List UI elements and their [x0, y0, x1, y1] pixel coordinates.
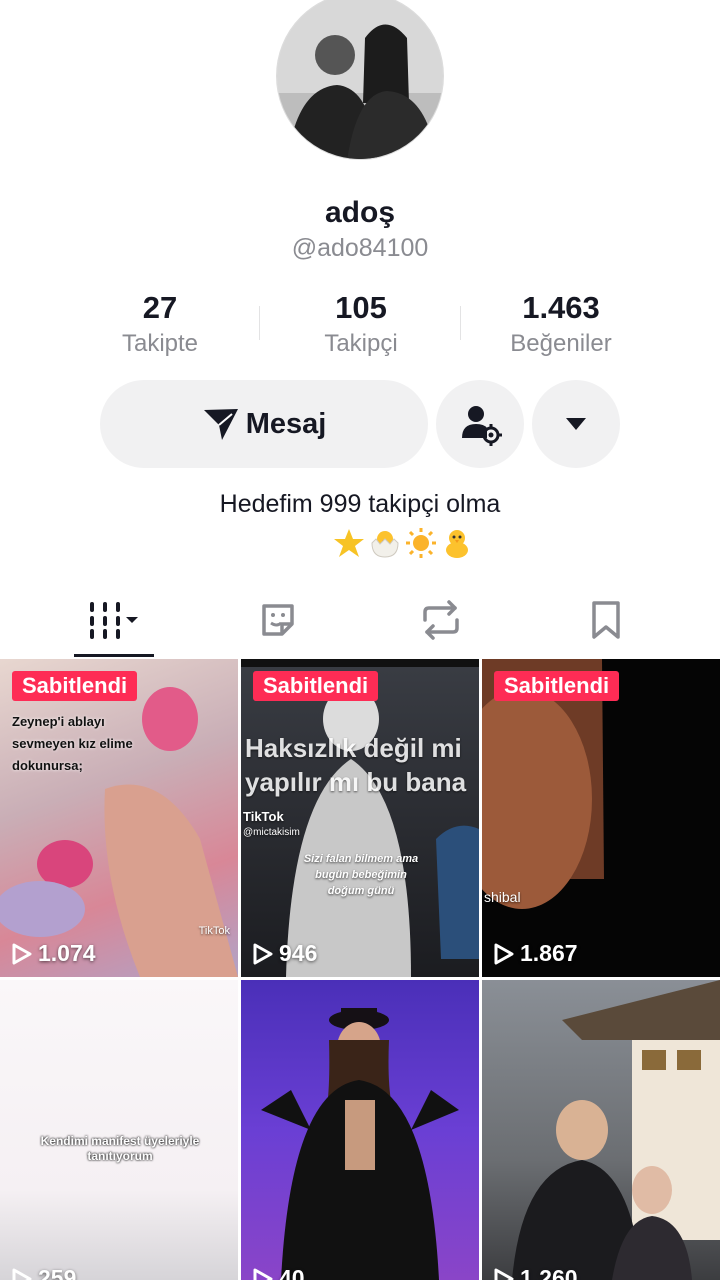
message-button[interactable]: Mesaj: [100, 380, 428, 468]
video-tile[interactable]: 1.260: [482, 980, 720, 1280]
repost-icon: [423, 600, 459, 640]
likes-count: 1.463: [522, 290, 600, 325]
likes-label: Beğeniler: [510, 330, 612, 357]
stat-likes[interactable]: 1.463 Beğeniler: [471, 290, 651, 358]
friend-settings-button[interactable]: [436, 380, 524, 468]
stat-following[interactable]: 27 Takipte: [70, 290, 250, 358]
tab-reposts[interactable]: [361, 590, 521, 650]
username: @ado84100: [291, 234, 429, 262]
profile-tabs: [0, 590, 720, 656]
pinned-badge: Sabitlendi: [494, 671, 620, 701]
baby-chick-emoji: [446, 530, 468, 558]
star-emoji: [334, 529, 364, 557]
grid-icon: [90, 602, 138, 639]
view-count: 40: [253, 1265, 305, 1280]
view-count-value: 40: [279, 1265, 305, 1280]
play-icon: [253, 1268, 273, 1280]
video-caption: Kendimi manifest üyeleriyle tanıtıyorum: [40, 1134, 200, 1163]
video-caption: Zeynep'i ablayı sevmeyen kız elime dokun…: [12, 714, 133, 773]
following-count: 27: [142, 290, 178, 325]
view-count: 946: [253, 940, 317, 967]
bio-emojis: [333, 527, 473, 559]
stat-divider: [259, 306, 260, 340]
following-label: Takipte: [121, 330, 199, 357]
view-count: 1.867: [494, 940, 578, 967]
send-icon: [203, 409, 238, 440]
video-tile[interactable]: Sabitlendi Haksızlık değil mi yapılır mı…: [241, 659, 479, 977]
view-count-value: 259: [38, 1265, 77, 1280]
bookmark-icon: [592, 601, 620, 639]
tab-videos[interactable]: [34, 590, 194, 650]
video-tile[interactable]: Kendimi manifest üyeleriyle tanıtıyorum …: [0, 980, 238, 1280]
view-count: 1.260: [494, 1265, 578, 1280]
pinned-badge: Sabitlendi: [12, 671, 138, 701]
sun-emoji: [406, 528, 436, 558]
view-count-value: 1.074: [38, 940, 96, 966]
profile-avatar[interactable]: [276, 0, 444, 160]
video-subcaption: Sizi falan bilmem ama bugün bebeğimin do…: [303, 853, 419, 897]
user-gear-icon: [462, 406, 502, 446]
video-caption: shibal: [484, 889, 521, 905]
stat-divider: [460, 306, 461, 340]
display-name: adoş: [324, 196, 396, 229]
followers-label: Takipçi: [324, 330, 398, 357]
active-tab-indicator: [74, 654, 154, 657]
video-caption: Haksızlık değil mi yapılır mı bu bana: [245, 733, 467, 797]
play-icon: [253, 943, 273, 964]
view-count-value: 1.260: [520, 1265, 578, 1280]
video-tile[interactable]: Sabitlendi shibal 1.867: [482, 659, 720, 977]
view-count: 259: [12, 1265, 76, 1280]
play-icon: [494, 943, 514, 964]
video-thumbnail: [261, 1008, 459, 1280]
pinned-badge: Sabitlendi: [253, 671, 379, 701]
hatching-chick-emoji: [371, 531, 399, 558]
tab-saved[interactable]: [526, 590, 686, 650]
view-count-value: 1.867: [520, 940, 578, 966]
tiktok-watermark: TikTok: [243, 809, 284, 824]
more-options-button[interactable]: [532, 380, 620, 468]
play-icon: [12, 1268, 32, 1280]
view-count-value: 946: [279, 940, 318, 966]
video-tile[interactable]: Sabitlendi Zeynep'i ablayı sevmeyen kız …: [0, 659, 238, 977]
profile-bio: Hedefim 999 takipçi olma: [219, 490, 501, 518]
tiktok-watermark: TikTok: [198, 925, 230, 937]
message-button-label: Mesaj: [245, 407, 327, 440]
play-icon: [494, 1268, 514, 1280]
video-thumbnail: [482, 659, 604, 909]
tab-stickers[interactable]: [198, 590, 358, 650]
followers-count: 105: [335, 290, 387, 325]
stat-followers[interactable]: 105 Takipçi: [271, 290, 451, 358]
play-icon: [12, 943, 32, 964]
watermark-handle: @mictakisim: [243, 827, 300, 838]
video-thumbnail: [512, 980, 720, 1280]
view-count: 1.074: [12, 940, 96, 967]
video-tile[interactable]: 40: [241, 980, 479, 1280]
caret-down-icon: [566, 418, 586, 430]
sticker-icon: [262, 604, 294, 636]
